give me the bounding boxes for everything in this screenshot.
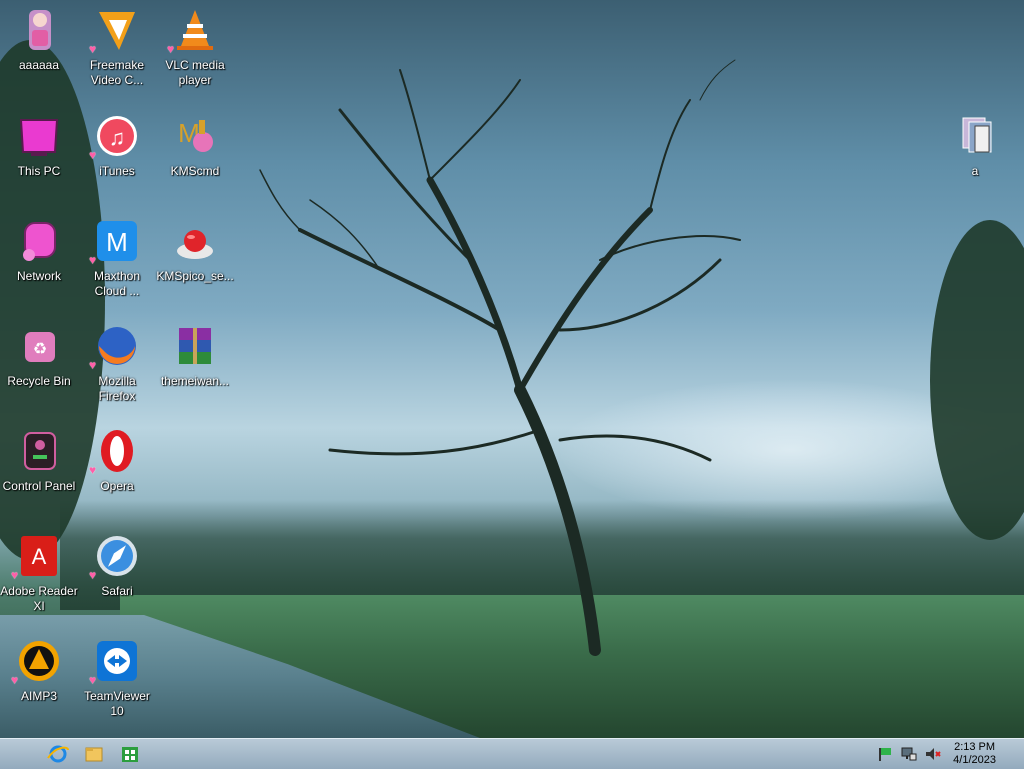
taskbar: 2:13 PM 4/1/2023 xyxy=(0,738,1024,769)
icon-label: Recycle Bin xyxy=(7,374,71,388)
icon-label: Opera xyxy=(100,479,134,493)
volume-muted-icon xyxy=(926,748,941,760)
heart-overlay-icon: ♥ xyxy=(89,358,97,372)
tray-volume-button[interactable] xyxy=(924,745,942,763)
icon-label: Mozilla Firefox xyxy=(98,374,136,403)
desktop-icon-control-panel[interactable]: Control Panel xyxy=(0,427,78,494)
file-explorer-icon xyxy=(85,747,103,762)
desktop-icon-kmscmd[interactable]: M KMScmd xyxy=(156,112,234,179)
folder-images-icon xyxy=(951,112,999,160)
desktop-icon-this-pc[interactable]: This PC xyxy=(0,112,78,179)
icon-label: themeiwan... xyxy=(160,374,230,388)
kmscmd-icon: M xyxy=(171,112,219,160)
desktop-icon-firefox[interactable]: ♥ Mozilla Firefox xyxy=(78,322,156,404)
svg-text:♫: ♫ xyxy=(109,125,126,150)
svg-text:♻: ♻ xyxy=(33,341,47,358)
heart-overlay-icon: ♥ xyxy=(89,42,97,56)
opera-icon: ♥ xyxy=(89,427,141,477)
desktop-icon-adobe-reader[interactable]: A ♥ Adobe Reader XI xyxy=(0,532,78,614)
icon-label: This PC xyxy=(17,164,61,178)
icon-label: Network xyxy=(16,269,61,283)
desktop-icon-kmspico[interactable]: KMSpico_se... xyxy=(156,217,234,284)
kmspico-icon xyxy=(171,217,219,265)
network-icon xyxy=(15,217,63,265)
icon-label: Control Panel xyxy=(2,479,76,493)
desktop-icon-themeiwan[interactable]: themeiwan... xyxy=(156,322,234,389)
aimp-icon: ♥ xyxy=(11,637,63,687)
icon-label: aaaaaa xyxy=(18,58,60,72)
icon-label: AIMP3 xyxy=(20,689,57,703)
winrar-icon xyxy=(171,322,219,370)
tray-flag-button[interactable] xyxy=(876,745,894,763)
icon-label: KMSpico_se... xyxy=(156,269,234,283)
desktop-icon-teamviewer[interactable]: ♥ TeamViewer 10 xyxy=(78,637,156,719)
clock-time: 2:13 PM xyxy=(954,741,996,753)
desktop-icon-aaaaaa[interactable]: aaaaaa xyxy=(0,6,78,73)
desktop-background: aaaaaa This PC Network ♻ Recycle Bin Con… xyxy=(0,0,1024,738)
recycle-bin-icon: ♻ xyxy=(15,322,63,370)
icon-label: TeamViewer 10 xyxy=(84,689,150,718)
adobe-reader-icon: A ♥ xyxy=(11,532,63,582)
desktop-icon-freemake[interactable]: ♥ Freemake Video C... xyxy=(78,6,156,88)
heart-overlay-icon: ♥ xyxy=(89,568,97,582)
vlc-cone-icon: ♥ xyxy=(167,6,219,56)
taskbar-file-explorer-button[interactable] xyxy=(74,742,114,766)
heart-overlay-icon: ♥ xyxy=(89,463,97,477)
heart-overlay-icon: ♥ xyxy=(11,673,19,687)
desktop-icon-aimp3[interactable]: ♥ AIMP3 xyxy=(0,637,78,704)
safari-icon: ♥ xyxy=(89,532,141,582)
svg-text:A: A xyxy=(32,544,47,569)
icon-label: iTunes xyxy=(99,164,135,178)
heart-overlay-icon: ♥ xyxy=(89,148,97,162)
heart-overlay-icon: ♥ xyxy=(89,673,97,687)
heart-overlay-icon: ♥ xyxy=(167,42,175,56)
network-tray-icon xyxy=(901,747,917,761)
desktop-icon-opera[interactable]: ♥ Opera xyxy=(78,427,156,494)
icon-label: VLC media player xyxy=(165,58,225,87)
taskbar-internet-explorer-button[interactable] xyxy=(38,742,78,766)
icon-label: a xyxy=(971,164,979,178)
desktop-icon-recycle-bin[interactable]: ♻ Recycle Bin xyxy=(0,322,78,389)
taskbar-store-button[interactable] xyxy=(110,742,150,766)
desktop-icon-network[interactable]: Network xyxy=(0,217,78,284)
teamviewer-icon: ♥ xyxy=(89,637,141,687)
desktop-icon-safari[interactable]: ♥ Safari xyxy=(78,532,156,599)
clock-date: 4/1/2023 xyxy=(953,754,996,766)
control-panel-icon xyxy=(15,427,63,475)
icon-label: Adobe Reader XI xyxy=(0,584,78,613)
desktop-icon-vlc[interactable]: ♥ VLC media player xyxy=(156,6,234,88)
store-icon xyxy=(122,747,138,762)
maxthon-icon: M ♥ xyxy=(89,217,141,267)
desktop-icon-itunes[interactable]: ♫ ♥ iTunes xyxy=(78,112,156,179)
flag-icon xyxy=(879,748,891,761)
heart-overlay-icon: ♥ xyxy=(89,253,97,267)
icon-label: Maxthon Cloud ... xyxy=(93,269,141,298)
desktop-icon-maxthon[interactable]: M ♥ Maxthon Cloud ... xyxy=(78,217,156,299)
heart-overlay-icon: ♥ xyxy=(11,568,19,582)
icon-label: Safari xyxy=(101,584,133,598)
tray-network-button[interactable] xyxy=(900,745,918,763)
internet-explorer-icon xyxy=(47,745,69,763)
doll-icon xyxy=(15,6,63,54)
freemake-icon: ♥ xyxy=(89,6,141,56)
firefox-icon: ♥ xyxy=(89,322,141,372)
desktop-icon-a[interactable]: a xyxy=(936,112,1014,179)
clock[interactable]: 2:13 PM 4/1/2023 xyxy=(953,741,996,767)
icon-label: KMScmd xyxy=(170,164,220,178)
computer-icon xyxy=(15,112,63,160)
svg-text:M: M xyxy=(106,227,128,257)
icon-label: Freemake Video C... xyxy=(89,58,145,87)
itunes-icon: ♫ ♥ xyxy=(89,112,141,162)
